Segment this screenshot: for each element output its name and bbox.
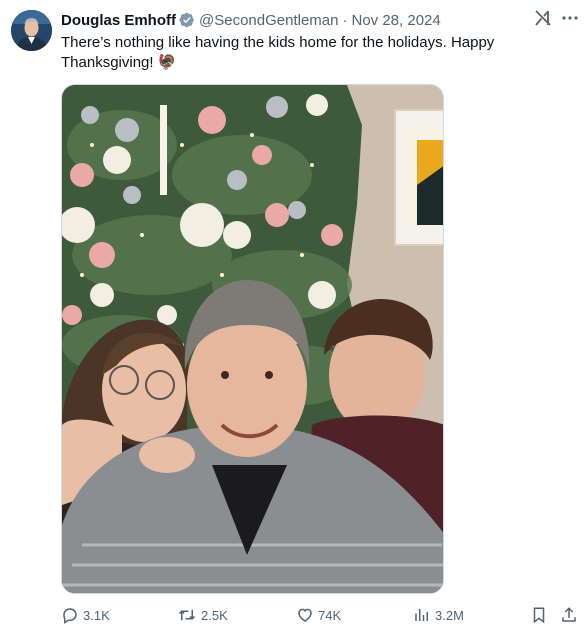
share-icon [562, 607, 576, 622]
reply-button[interactable]: 3.1K [61, 606, 110, 624]
verified-badge-icon[interactable] [179, 12, 195, 28]
author-handle[interactable]: @SecondGentleman [199, 12, 338, 29]
share-button[interactable] [560, 606, 582, 624]
tweet-actions: 3.1K 2.5K 74K 3.2M [0, 606, 588, 628]
tweet-header: Douglas Emhoff @SecondGentleman · Nov 28… [61, 10, 441, 30]
like-count: 74K [318, 607, 342, 623]
views-icon [415, 609, 428, 621]
repost-button[interactable]: 2.5K [177, 606, 228, 624]
tweet-card[interactable]: Douglas Emhoff @SecondGentleman · Nov 28… [0, 0, 588, 635]
more-options-icon[interactable] [560, 8, 580, 28]
separator-dot: · [342, 11, 348, 29]
like-button[interactable]: 74K [296, 606, 341, 624]
repost-icon [178, 609, 196, 621]
tweet-text: There’s nothing like having the kids hom… [61, 33, 521, 73]
reply-icon [63, 608, 77, 624]
view-count: 3.2M [435, 607, 464, 623]
tweet-text-body: There’s nothing like having the kids hom… [61, 34, 495, 71]
author-name[interactable]: Douglas Emhoff [61, 12, 176, 29]
grok-icon[interactable] [533, 8, 553, 28]
tweet-photo[interactable] [61, 84, 444, 594]
bookmark-button[interactable] [530, 606, 552, 624]
tweet-date[interactable]: Nov 28, 2024 [351, 12, 440, 29]
turkey-emoji: 🦃 [157, 54, 177, 71]
bookmark-icon [533, 607, 545, 624]
reply-count: 3.1K [83, 607, 110, 623]
like-icon [298, 608, 312, 622]
avatar[interactable] [11, 10, 52, 51]
repost-count: 2.5K [201, 607, 228, 623]
views-button[interactable]: 3.2M [413, 606, 464, 624]
